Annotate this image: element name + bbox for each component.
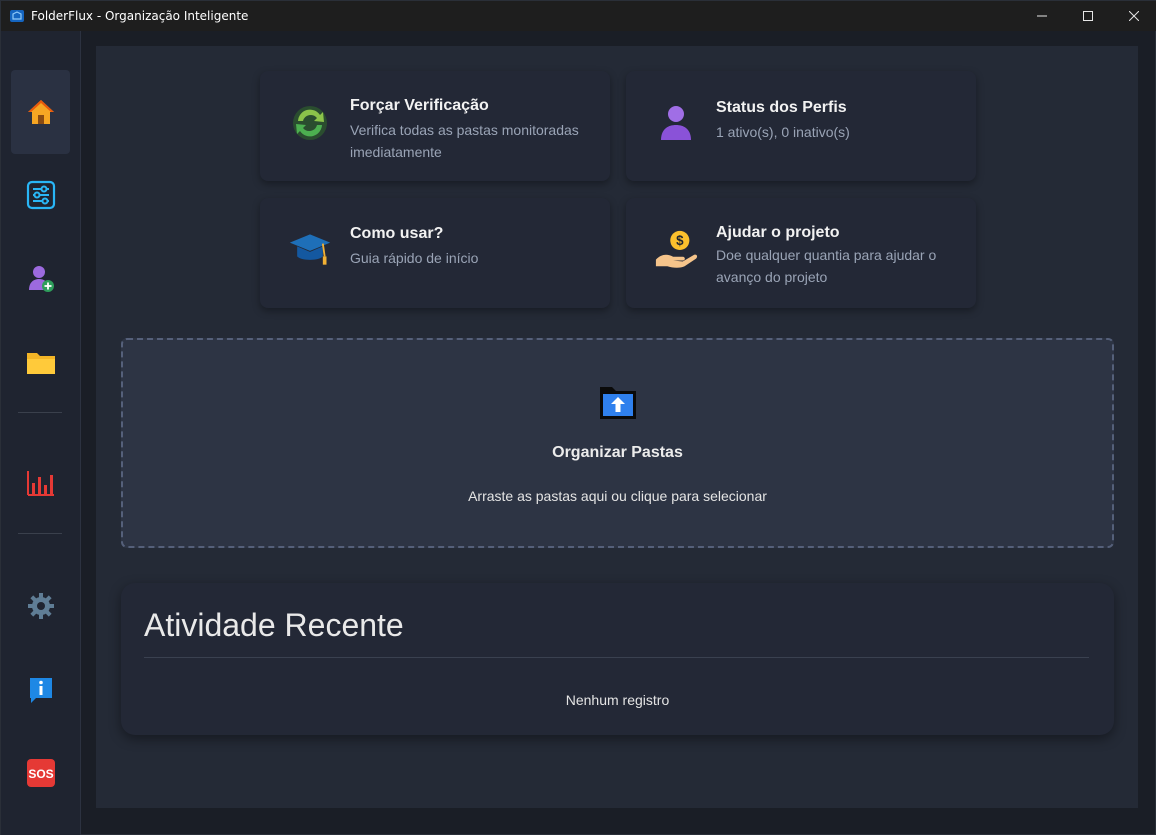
sidebar-item-add-profile[interactable] <box>11 237 70 321</box>
force-check-title: Forçar Verificação <box>350 97 489 114</box>
sidebar-item-sliders[interactable] <box>11 153 70 237</box>
minimize-button[interactable] <box>1019 1 1065 31</box>
sidebar-item-home[interactable] <box>11 70 70 154</box>
window-controls <box>1019 1 1156 31</box>
force-check-icon-wrap <box>288 101 332 145</box>
window-title: FolderFlux - Organização Inteligente <box>31 9 249 23</box>
force-check-desc: Verifica todas as pastas monitoradas ime… <box>350 122 579 160</box>
sidebar-item-statistics[interactable] <box>11 441 70 525</box>
recent-activity-title: Atividade Recente <box>144 607 404 643</box>
minimize-icon <box>1037 15 1047 17</box>
info-icon <box>29 678 52 703</box>
recent-activity-empty: Nenhum registro <box>565 692 670 708</box>
folder-icon <box>26 353 55 374</box>
sidebar-divider <box>18 533 62 534</box>
dropzone-title: Organizar Pastas <box>552 444 683 461</box>
donate-desc: Doe qualquer quantia para ajudar o avanç… <box>716 247 937 285</box>
maximize-button[interactable] <box>1065 1 1111 31</box>
donate-title: Ajudar o projeto <box>716 224 840 241</box>
organize-dropzone[interactable]: Organizar Pastas Arraste as pastas aqui … <box>121 338 1114 548</box>
how-to-icon-wrap <box>288 228 332 272</box>
donate-card[interactable]: $ Ajudar o projeto Doe qualquer quantia … <box>626 198 976 308</box>
profiles-status-title: Status dos Perfis <box>716 99 847 116</box>
home-icon <box>27 100 54 124</box>
main-content: Forçar Verificação Verifica todas as pas… <box>96 46 1138 808</box>
sos-icon: SOS <box>26 759 55 787</box>
app-logo-icon <box>10 10 24 22</box>
sidebar-item-settings[interactable] <box>11 564 70 648</box>
dropzone-subtitle: Arraste as pastas aqui ou clique para se… <box>468 488 767 504</box>
donate-hand-icon: $ <box>655 230 698 268</box>
recent-activity-divider <box>144 657 1089 658</box>
profiles-status-desc: 1 ativo(s), 0 inativo(s) <box>716 124 850 140</box>
how-to-title: Como usar? <box>350 225 444 242</box>
profiles-icon-wrap <box>654 101 698 145</box>
sidebar-item-info[interactable] <box>11 648 70 732</box>
how-to-desc: Guia rápido de início <box>350 250 479 266</box>
app-window: FolderFlux - Organização Inteligente SOS… <box>0 0 1156 835</box>
profiles-status-card[interactable]: Status dos Perfis 1 ativo(s), 0 inativo(… <box>626 71 976 181</box>
how-to-card[interactable]: Como usar? Guia rápido de início <box>260 198 610 308</box>
bar-chart-icon <box>26 471 54 496</box>
svg-text:$: $ <box>676 233 684 248</box>
svg-text:SOS: SOS <box>28 767 53 781</box>
user-add-icon <box>28 266 54 292</box>
graduation-cap-icon <box>289 234 331 265</box>
close-button[interactable] <box>1111 1 1156 31</box>
maximize-icon <box>1083 11 1093 21</box>
donate-icon-wrap: $ <box>654 228 698 272</box>
sliders-icon <box>26 180 55 210</box>
force-check-card[interactable]: Forçar Verificação Verifica todas as pas… <box>260 71 610 181</box>
sidebar-item-help[interactable]: SOS <box>11 731 70 815</box>
sidebar-divider <box>18 412 62 413</box>
gear-icon <box>27 593 54 619</box>
close-icon <box>1129 11 1139 21</box>
folder-upload-icon <box>600 387 636 419</box>
sidebar-item-folders[interactable] <box>11 321 70 405</box>
recent-activity-panel: Atividade Recente Nenhum registro <box>121 583 1114 735</box>
title-bar: FolderFlux - Organização Inteligente <box>1 1 1156 31</box>
refresh-icon <box>293 106 327 140</box>
user-icon <box>661 106 691 140</box>
sidebar: SOS <box>1 31 81 835</box>
